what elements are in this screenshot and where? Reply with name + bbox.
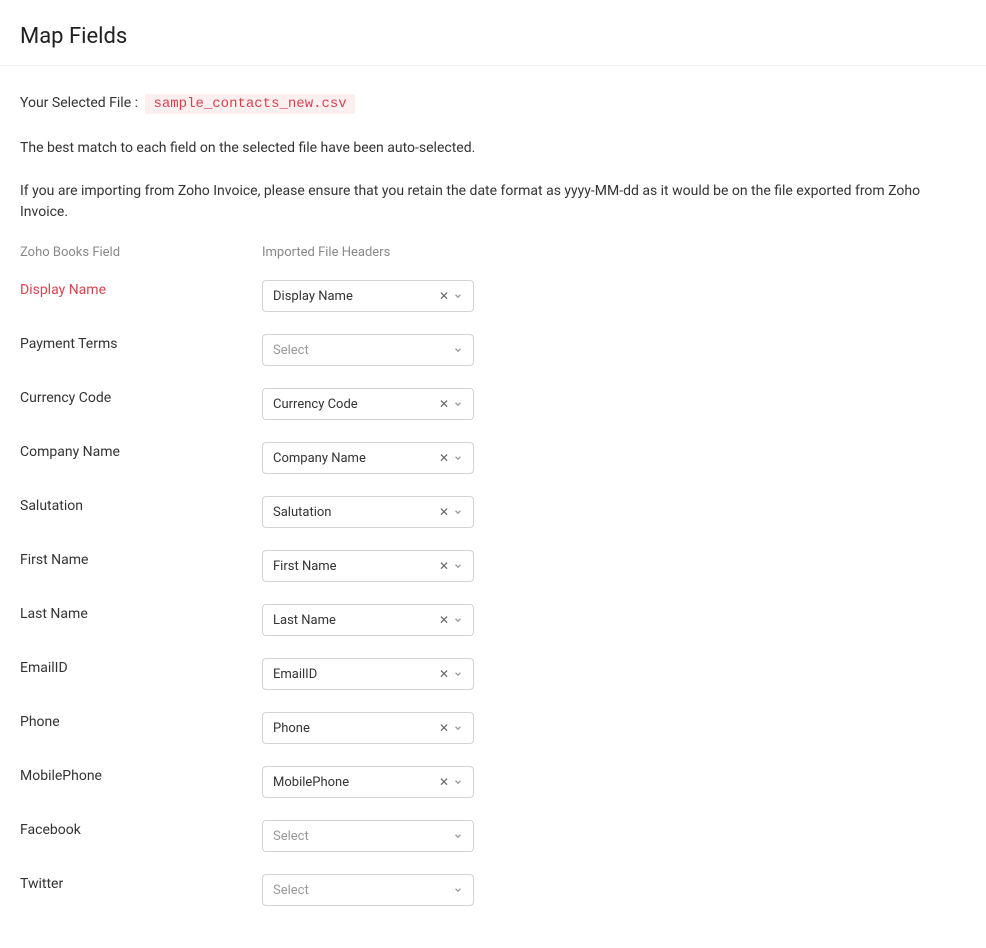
select-value: First Name [273, 559, 337, 574]
chevron-down-icon [453, 669, 463, 679]
mapping-table-header: Zoho Books Field Imported File Headers [20, 245, 966, 260]
field-row: Payment Terms Select [20, 334, 966, 366]
clear-icon[interactable]: ✕ [439, 290, 449, 302]
field-label: Facebook [20, 820, 262, 838]
selected-file-line: Your Selected File : sample_contacts_new… [20, 94, 966, 114]
header-select[interactable]: Company Name ✕ [262, 442, 474, 474]
column-header-zoho-field: Zoho Books Field [20, 245, 262, 260]
field-row: First Name First Name ✕ [20, 550, 966, 582]
field-label: First Name [20, 550, 262, 568]
column-header-imported-headers: Imported File Headers [262, 245, 966, 260]
field-row: EmailID EmailID ✕ [20, 658, 966, 690]
chevron-down-icon [453, 831, 463, 841]
chevron-down-icon [453, 777, 463, 787]
clear-icon[interactable]: ✕ [439, 614, 449, 626]
select-value: Select [273, 343, 309, 358]
content-area: Your Selected File : sample_contacts_new… [0, 66, 986, 948]
field-row: Facebook Select [20, 820, 966, 852]
field-label: Twitter [20, 874, 262, 892]
selected-file-name: sample_contacts_new.csv [145, 94, 354, 114]
chevron-down-icon [453, 345, 463, 355]
field-row: Salutation Salutation ✕ [20, 496, 966, 528]
chevron-down-icon [453, 885, 463, 895]
field-row: Twitter Select [20, 874, 966, 906]
field-label: Salutation [20, 496, 262, 514]
clear-icon[interactable]: ✕ [439, 506, 449, 518]
field-label: Company Name [20, 442, 262, 460]
mapping-fields-list: Display Name Display Name ✕ Payment Terms Se… [20, 280, 966, 906]
header-select[interactable]: EmailID ✕ [262, 658, 474, 690]
select-value: Last Name [273, 613, 336, 628]
page-title: Map Fields [20, 24, 966, 49]
select-value: MobilePhone [273, 775, 349, 790]
field-label: Display Name [20, 280, 262, 298]
header-select[interactable]: Select [262, 820, 474, 852]
header-select[interactable]: Salutation ✕ [262, 496, 474, 528]
chevron-down-icon [453, 453, 463, 463]
select-value: Currency Code [273, 397, 358, 412]
header-select[interactable]: Select [262, 874, 474, 906]
header-select[interactable]: MobilePhone ✕ [262, 766, 474, 798]
field-label: Payment Terms [20, 334, 262, 352]
clear-icon[interactable]: ✕ [439, 776, 449, 788]
chevron-down-icon [453, 399, 463, 409]
header-select[interactable]: Last Name ✕ [262, 604, 474, 636]
select-value: EmailID [273, 667, 317, 682]
page-header: Map Fields [0, 0, 986, 66]
field-row: Currency Code Currency Code ✕ [20, 388, 966, 420]
field-row: Company Name Company Name ✕ [20, 442, 966, 474]
header-select[interactable]: Currency Code ✕ [262, 388, 474, 420]
header-select[interactable]: Display Name ✕ [262, 280, 474, 312]
clear-icon[interactable]: ✕ [439, 722, 449, 734]
select-value: Salutation [273, 505, 331, 520]
chevron-down-icon [453, 561, 463, 571]
field-label: Phone [20, 712, 262, 730]
chevron-down-icon [453, 723, 463, 733]
select-value: Select [273, 883, 309, 898]
chevron-down-icon [453, 507, 463, 517]
chevron-down-icon [453, 615, 463, 625]
clear-icon[interactable]: ✕ [439, 398, 449, 410]
field-row: MobilePhone MobilePhone ✕ [20, 766, 966, 798]
header-select[interactable]: Select [262, 334, 474, 366]
clear-icon[interactable]: ✕ [439, 560, 449, 572]
field-label: EmailID [20, 658, 262, 676]
field-label: Last Name [20, 604, 262, 622]
selected-file-label: Your Selected File : [20, 95, 138, 111]
info-text-dateformat: If you are importing from Zoho Invoice, … [20, 181, 966, 223]
chevron-down-icon [453, 291, 463, 301]
header-select[interactable]: Phone ✕ [262, 712, 474, 744]
select-value: Display Name [273, 289, 353, 304]
header-select[interactable]: First Name ✕ [262, 550, 474, 582]
select-value: Company Name [273, 451, 366, 466]
field-row: Display Name Display Name ✕ [20, 280, 966, 312]
clear-icon[interactable]: ✕ [439, 668, 449, 680]
field-label: Currency Code [20, 388, 262, 406]
select-value: Select [273, 829, 309, 844]
clear-icon[interactable]: ✕ [439, 452, 449, 464]
info-text-automatch: The best match to each field on the sele… [20, 138, 966, 159]
field-row: Last Name Last Name ✕ [20, 604, 966, 636]
select-value: Phone [273, 721, 310, 736]
field-label: MobilePhone [20, 766, 262, 784]
field-row: Phone Phone ✕ [20, 712, 966, 744]
